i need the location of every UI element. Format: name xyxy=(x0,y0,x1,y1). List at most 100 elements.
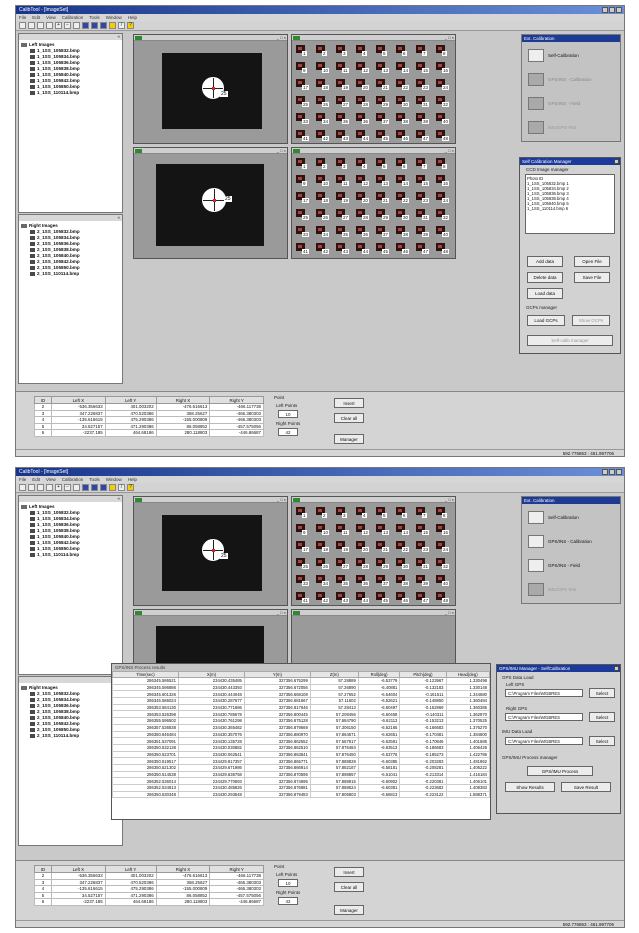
close-icon[interactable] xyxy=(616,7,622,13)
open-icon[interactable] xyxy=(28,22,35,29)
points-table[interactable]: ID Left X Left Y Right X Right Y 2 -536.35663… xyxy=(34,396,264,437)
gps-results-window[interactable]: GPS/INS Process results Time(sec) X(m) Y(m… xyxy=(111,663,491,820)
menu-window[interactable]: Window xyxy=(106,14,122,21)
table-row[interactable]: 286353.584130 234430.771686 327356.817646 5… xyxy=(112,703,490,712)
right-grid-window[interactable]: _ □ × xyxy=(291,609,456,669)
manager-button[interactable]: Manager xyxy=(334,905,364,915)
minimize-icon[interactable] xyxy=(602,469,608,475)
table-row[interactable]: 286350.514538 234429.636758 327356.870595 5… xyxy=(112,770,490,779)
imu-gps-test-button[interactable]: IMU/GPS Test xyxy=(528,121,576,134)
photo-list[interactable]: Photo ID 1_1SS_105832.bmp 1 1_1SS_105834… xyxy=(525,174,615,234)
add-data-button[interactable]: Add data xyxy=(527,256,563,267)
target-icon[interactable] xyxy=(91,484,98,491)
insert-button[interactable]: Insert xyxy=(334,867,364,877)
load-gcps-button[interactable]: Load GCPs xyxy=(527,315,565,326)
points-table[interactable]: ID Left X Left Y Right X Right Y 2 -536.35663… xyxy=(34,865,264,906)
tree-item[interactable]: 1_1SS_110114.bmp xyxy=(21,90,120,96)
table-row[interactable]: 6 -2237.185 464.68186 280.118803 -446.86687 xyxy=(34,429,264,437)
left-grid-window[interactable]: _ □ × 12345678 9 10 11 12 13 14 15 16 17 18 19 20 2… xyxy=(291,496,456,606)
self-calibration-button[interactable]: Self-Calibration xyxy=(528,49,579,62)
imu-gps-test-button[interactable]: IMU/GPS Test xyxy=(528,583,576,596)
window-controls[interactable]: _ □ × xyxy=(277,610,286,616)
table-row[interactable]: 286355.596502 234430.761298 327356.875128 5… xyxy=(112,717,490,725)
table-row[interactable]: 286345.586024 234430.287677 327356.681667 5… xyxy=(112,697,490,705)
window-controls[interactable]: _ □ × xyxy=(445,497,454,503)
menu-window[interactable]: Window xyxy=(106,476,122,483)
color-icon[interactable] xyxy=(109,484,116,491)
close-icon[interactable] xyxy=(614,159,619,164)
point-icon[interactable] xyxy=(100,22,107,29)
window-controls[interactable]: _ □ × xyxy=(277,148,286,154)
menu-calibration[interactable]: Calibration xyxy=(62,476,84,483)
save-icon[interactable] xyxy=(37,484,44,491)
print-icon[interactable] xyxy=(46,484,53,491)
zoom-in-icon[interactable]: + xyxy=(55,22,62,29)
fit-icon[interactable] xyxy=(73,484,80,491)
point-icon[interactable] xyxy=(100,484,107,491)
help-icon[interactable]: ? xyxy=(127,484,134,491)
self-calib-run-button[interactable]: Self-calib manager xyxy=(527,335,613,346)
menu-view[interactable]: View xyxy=(46,476,56,483)
self-calibration-button[interactable]: Self-Calibration xyxy=(528,511,579,524)
tree-item[interactable]: 1_1SS_110114.bmp xyxy=(21,552,120,558)
table-row[interactable]: 286352.534813 234430.485826 327356.876881 5… xyxy=(112,784,490,792)
print-icon[interactable] xyxy=(46,22,53,29)
left-points-field[interactable]: 10 xyxy=(278,410,298,418)
gps-ins-field-button[interactable]: GPS/INS - Field xyxy=(528,97,580,110)
menu-file[interactable]: File xyxy=(19,14,26,21)
show-results-button[interactable]: Show Results xyxy=(505,782,555,792)
select-imu-button[interactable]: Select xyxy=(589,736,615,746)
maximize-icon[interactable] xyxy=(609,7,615,13)
left-target-window[interactable]: _ □ × 25 xyxy=(133,496,288,606)
right-grid-window[interactable]: _ □ × 12345678 9 10 11 12 13 14 15 16 17 18 19 20 2… xyxy=(291,147,456,259)
table-row[interactable]: 286350.521302 234429.671986 327356.866914 5… xyxy=(112,763,490,772)
clear-all-button[interactable]: Clear all xyxy=(334,882,364,892)
left-points-field[interactable]: 10 xyxy=(278,879,298,887)
save-result-button[interactable]: Save Result xyxy=(561,782,611,792)
window-controls[interactable]: _ □ × xyxy=(445,35,454,41)
gps-ins-calibration-button[interactable]: GPS/INS - Calibration xyxy=(528,73,592,86)
menu-file[interactable]: File xyxy=(19,476,26,483)
table-row[interactable]: 286350.846484 234430.357076 327356.880970 5… xyxy=(112,730,490,739)
load-data-button[interactable]: Load data xyxy=(527,288,563,299)
right-target-window[interactable]: _ □ × xyxy=(133,609,288,670)
new-icon[interactable] xyxy=(19,484,26,491)
show-gcps-button[interactable]: Show GCPs xyxy=(572,315,610,326)
table-row[interactable]: 286345.586521 234430.435485 327356.675299 5… xyxy=(112,677,490,685)
table-row[interactable]: 286350.523701 234430.062541 327356.863841 5… xyxy=(112,750,490,759)
zoom-out-icon[interactable]: − xyxy=(64,22,71,29)
save-icon[interactable] xyxy=(37,22,44,29)
table-row[interactable]: 286345.601326 234430.444048 327356.668108 5… xyxy=(112,690,490,699)
right-gps-path-input[interactable]: C:\Program Files\MGBRES xyxy=(505,713,583,721)
table-row[interactable]: 286351.537091 234430.135728 327356.862552 5… xyxy=(112,737,490,745)
window-controls[interactable]: _ □ × xyxy=(445,148,454,154)
window-controls[interactable]: _ □ × xyxy=(277,35,286,41)
results-table[interactable]: Time(sec) X(m) Y(m) Z(m) Roll(deg) Pitch(deg)… xyxy=(112,671,490,799)
open-icon[interactable] xyxy=(28,484,35,491)
menu-help[interactable]: Help xyxy=(128,476,137,483)
window-controls[interactable]: _ □ × xyxy=(277,497,286,503)
maximize-icon[interactable] xyxy=(609,469,615,475)
window-controls[interactable]: _ □ × xyxy=(445,610,454,616)
grid-icon[interactable] xyxy=(82,484,89,491)
close-icon[interactable] xyxy=(614,666,619,671)
minimize-icon[interactable] xyxy=(602,7,608,13)
table-row[interactable]: 286357.536838 234430.365482 327356.879669 5… xyxy=(112,723,490,732)
save-file-button[interactable]: Save File xyxy=(574,272,610,283)
right-target-window[interactable]: _ □ × 25 xyxy=(133,147,288,259)
list-item[interactable]: 1_1SS_110114.bmp 6 xyxy=(527,206,613,211)
color-icon[interactable] xyxy=(109,22,116,29)
table-row[interactable]: 286350.530348 234430.293648 327356.879483 5… xyxy=(112,790,490,799)
left-target-window[interactable]: _ □ × 25 xyxy=(133,34,288,144)
target-icon[interactable] xyxy=(91,22,98,29)
help-icon[interactable]: ? xyxy=(127,22,134,29)
table-row[interactable]: 286350.532138 234430.030882 327356.862510 5… xyxy=(112,743,490,752)
fit-icon[interactable] xyxy=(73,22,80,29)
pen-icon[interactable]: / xyxy=(118,22,125,29)
tree-item[interactable]: 2_1SS_110114.bmp xyxy=(21,733,120,739)
menu-tools[interactable]: Tools xyxy=(89,476,100,483)
delete-data-button[interactable]: Delete data xyxy=(527,272,563,283)
new-icon[interactable] xyxy=(19,22,26,29)
tree-item[interactable]: 2_1SS_110114.bmp xyxy=(21,271,120,277)
zoom-out-icon[interactable]: − xyxy=(64,484,71,491)
